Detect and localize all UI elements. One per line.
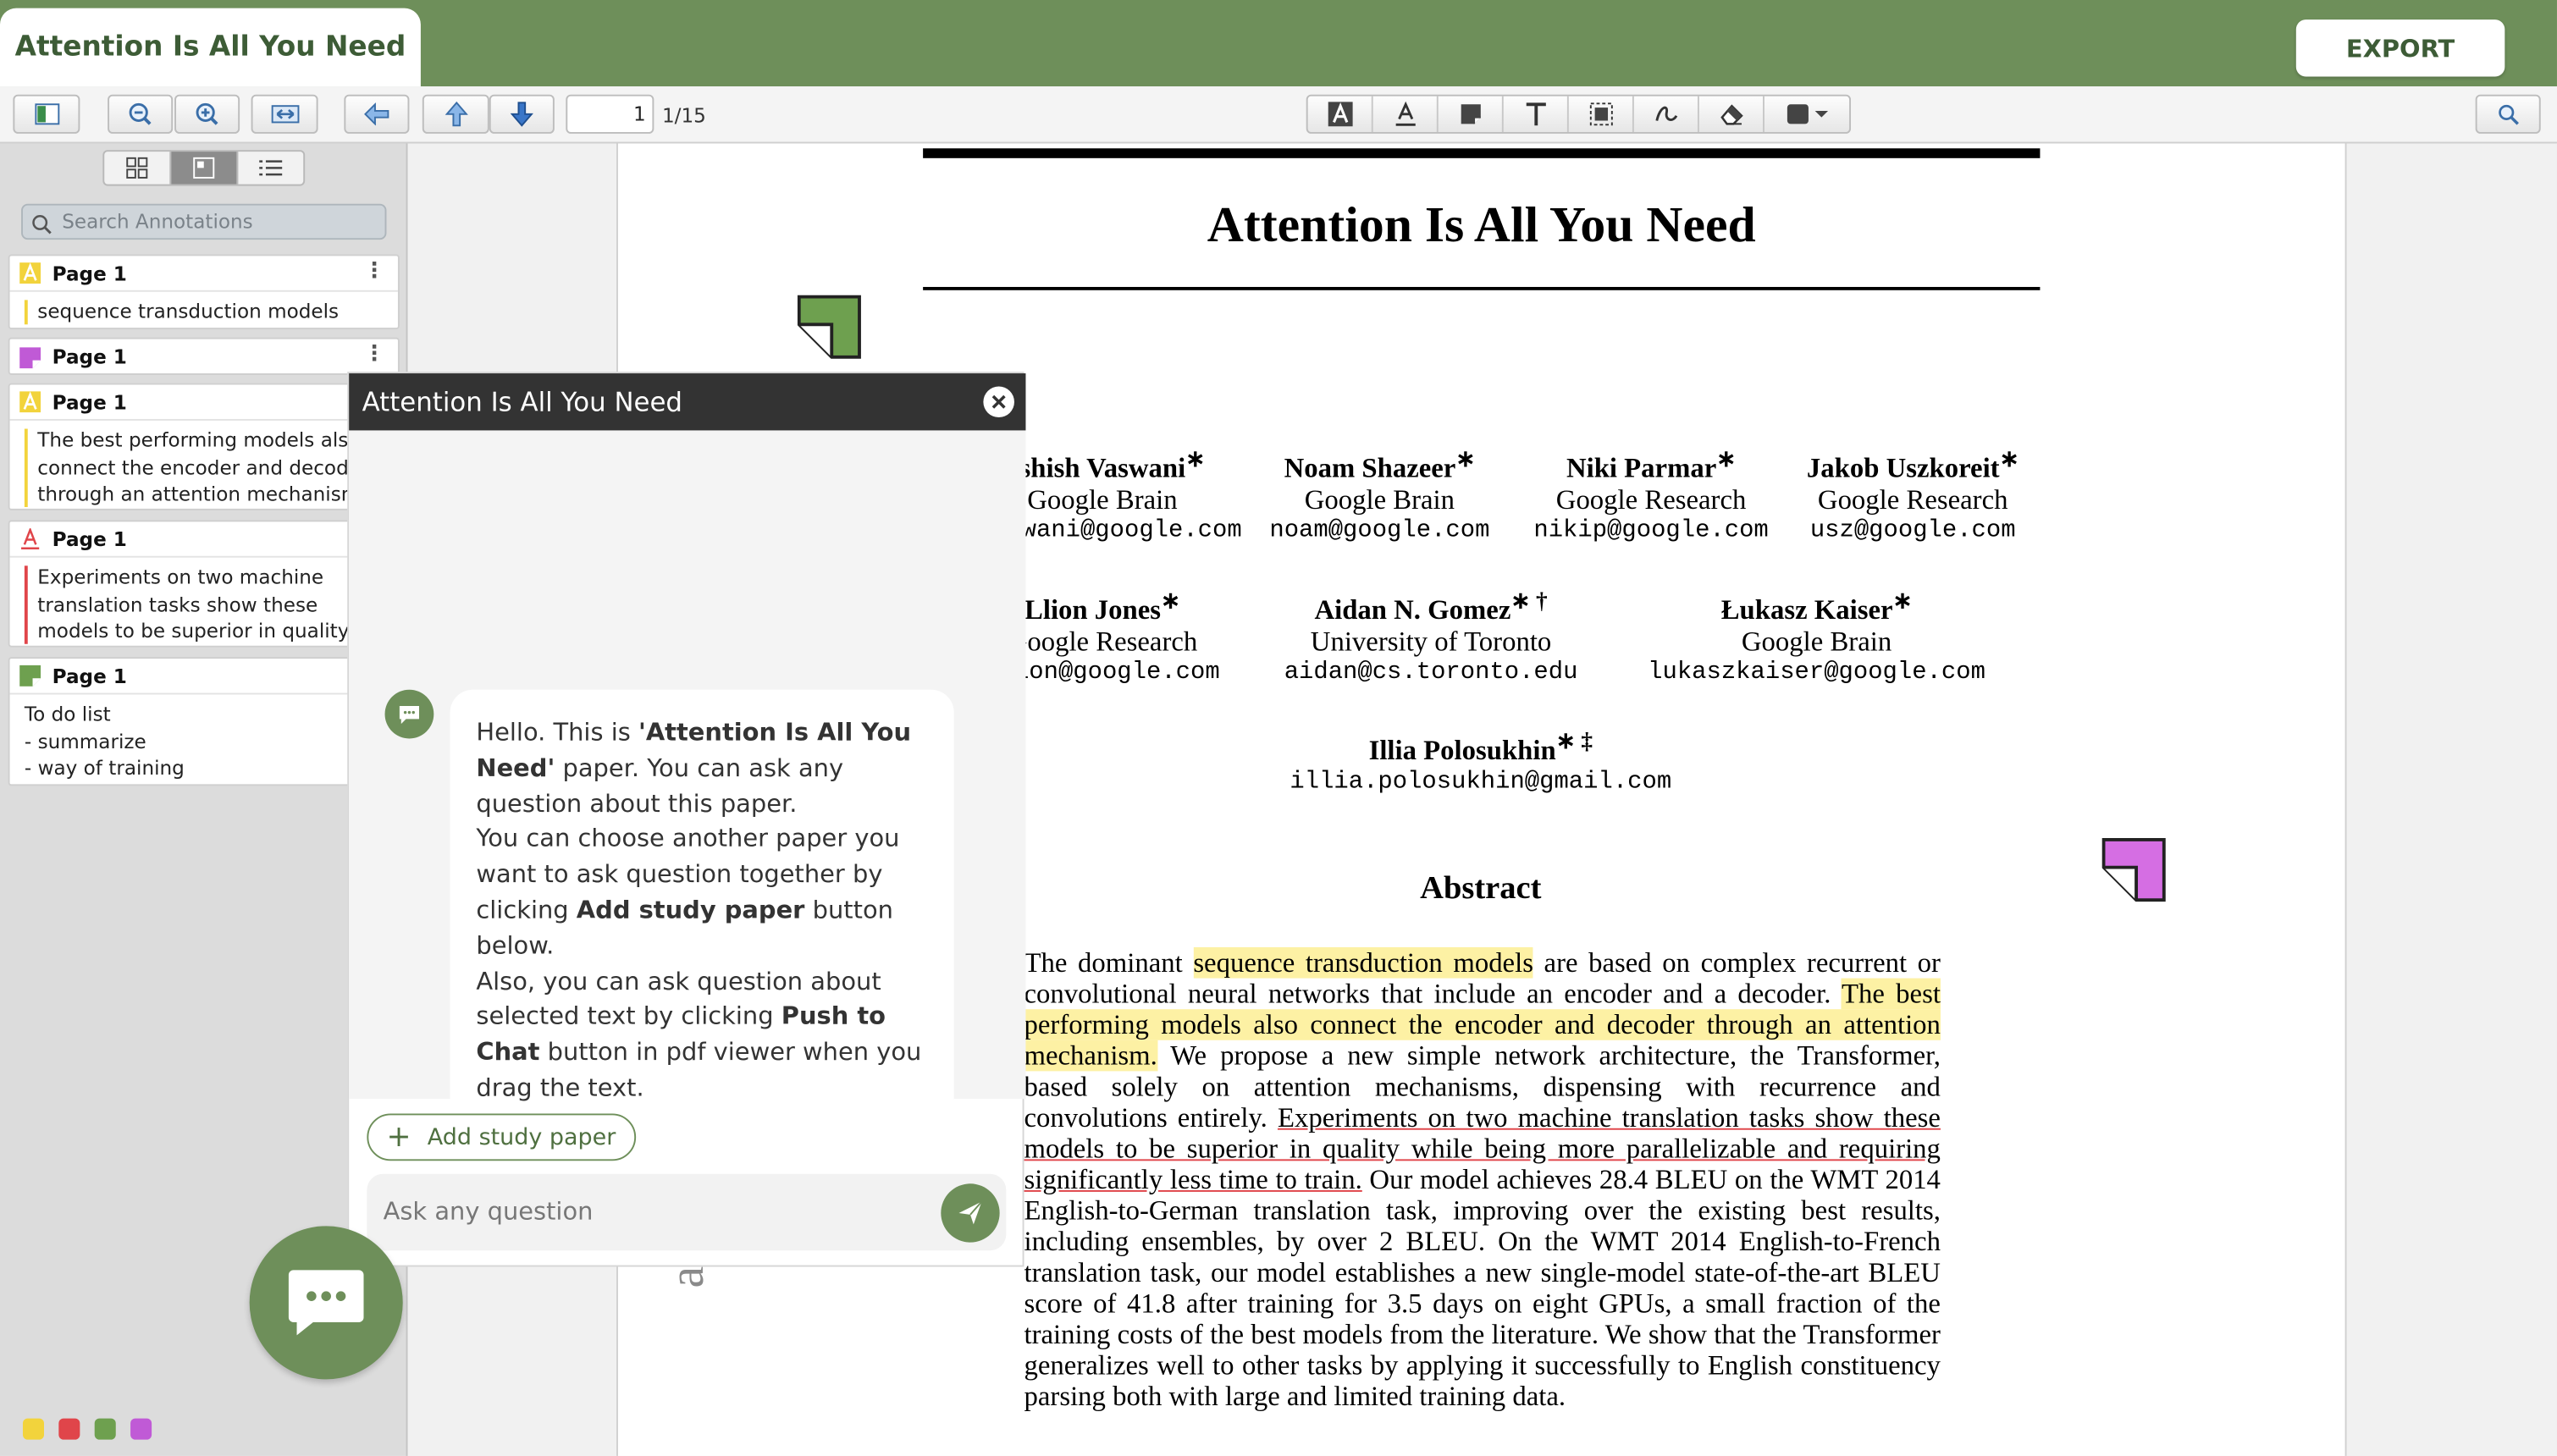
- more-options-icon[interactable]: ⋮: [363, 261, 384, 282]
- annotation-text: To do list - summarize - way of training: [24, 703, 185, 780]
- annotation-tools: [1306, 94, 1853, 134]
- highlight-icon: [19, 391, 41, 413]
- color-swatch-red[interactable]: [58, 1418, 80, 1440]
- annotation-card-header: Page 1 ⋮: [10, 339, 398, 375]
- page-total: 1/15: [661, 104, 706, 128]
- eraser-icon[interactable]: [1699, 96, 1764, 133]
- color-swatches: [22, 1418, 152, 1440]
- title-bottom-rule: [923, 286, 2041, 290]
- plus-icon: +: [386, 1119, 411, 1154]
- sidebar-view-modes: [102, 150, 306, 186]
- page-note-icon-green[interactable]: [797, 295, 863, 367]
- chat-input[interactable]: Ask any question: [384, 1174, 922, 1251]
- author-block: Łukasz Kaiser∗ Google Brain lukaszkaiser…: [1648, 588, 1985, 687]
- page-number-input[interactable]: 1: [566, 94, 654, 134]
- note-icon[interactable]: [1439, 96, 1504, 133]
- paper-title: Attention Is All You Need: [1207, 196, 1756, 253]
- author-block: Noam Shazeer∗ Google Brain noam@google.c…: [1269, 446, 1490, 544]
- chat-bot-avatar: [384, 689, 434, 739]
- author-block: Jakob Uszkoreit∗ Google Research usz@goo…: [1806, 446, 2019, 544]
- free-text-icon[interactable]: [1504, 96, 1569, 133]
- annotation-text: Experiments on two machine translation t…: [10, 558, 398, 652]
- document-tab[interactable]: Attention Is All You Need: [0, 8, 421, 87]
- ink-icon[interactable]: [1634, 96, 1699, 133]
- search-icon[interactable]: [2475, 94, 2541, 134]
- annotation-card-header: Page 1 ⋮: [9, 256, 398, 292]
- zoom-in-icon[interactable]: [174, 94, 240, 134]
- annotation-list-icon[interactable]: [238, 152, 303, 185]
- chat-panel: Attention Is All You Need Hello. This is…: [347, 372, 1026, 1267]
- color-swatch-purple[interactable]: [130, 1418, 152, 1440]
- back-icon[interactable]: [344, 94, 410, 134]
- fit-width-icon[interactable]: [251, 94, 318, 134]
- underline-icon: [19, 528, 41, 549]
- thumbnails-icon[interactable]: [104, 152, 172, 185]
- title-top-rule: [923, 148, 2041, 158]
- chat-message-bubble: Hello. This is 'Attention Is All You Nee…: [450, 689, 954, 1133]
- document-outline-icon[interactable]: [171, 152, 239, 185]
- highlight-text-icon[interactable]: [1308, 96, 1373, 133]
- underline-text-icon[interactable]: [1373, 96, 1439, 133]
- page-note-icon-purple[interactable]: [2101, 837, 2168, 910]
- send-button[interactable]: [941, 1183, 1000, 1243]
- annotation-card[interactable]: Page 1 ⋮ sequence transduction models: [8, 254, 400, 332]
- author-block: Illia Polosukhin∗ ‡ illia.polosukhin@gma…: [1290, 728, 1672, 796]
- export-button[interactable]: EXPORT: [2295, 19, 2505, 77]
- chat-input-container: Ask any question: [367, 1173, 1007, 1251]
- annotation-text: sequence transduction models: [10, 292, 398, 332]
- annotation-card[interactable]: Page 1 The best performing models also c…: [8, 383, 400, 510]
- author-block: Aidan N. Gomez∗ † University of Toronto …: [1284, 588, 1578, 687]
- prev-page-icon[interactable]: [422, 94, 489, 134]
- color-swatch-yellow[interactable]: [22, 1418, 45, 1440]
- area-select-icon[interactable]: [1569, 96, 1634, 133]
- annotation-card[interactable]: Page 1 Experiments on two machine transl…: [8, 520, 400, 648]
- note-icon: [19, 346, 41, 368]
- note-icon: [19, 665, 41, 687]
- next-page-icon[interactable]: [489, 94, 555, 134]
- toggle-sidebar-icon[interactable]: [13, 94, 80, 134]
- annotation-text: The best performing models also connect …: [10, 421, 398, 515]
- close-icon[interactable]: [983, 386, 1014, 418]
- chat-toggle-button[interactable]: [249, 1226, 403, 1380]
- annotation-card-header: Page 1: [9, 659, 398, 695]
- search-icon: [31, 210, 52, 241]
- highlight-icon: [19, 262, 41, 284]
- author-block: Niki Parmar∗ Google Research nikip@googl…: [1533, 446, 1769, 544]
- zoom-out-icon[interactable]: [108, 94, 174, 134]
- abstract-heading: Abstract: [1420, 870, 1542, 907]
- more-options-icon[interactable]: ⋮: [363, 344, 384, 365]
- annotation-search-input[interactable]: Search Annotations: [21, 203, 387, 240]
- annotation-card[interactable]: Page 1 To do list - summarize - way of t…: [8, 657, 400, 786]
- highlight-annotation[interactable]: sequence transduction models: [1193, 947, 1533, 979]
- annotation-card[interactable]: Page 1 ⋮: [8, 337, 400, 375]
- chat-messages[interactable]: Hello. This is 'Attention Is All You Nee…: [349, 430, 1026, 1133]
- chat-header: Attention Is All You Need: [349, 373, 1026, 431]
- chat-title: Attention Is All You Need: [362, 386, 682, 418]
- toolbar: 1 1/15: [0, 86, 2557, 144]
- color-swatch-green[interactable]: [94, 1418, 116, 1440]
- abstract-text[interactable]: The dominant sequence transduction model…: [1024, 947, 1941, 1412]
- annotation-card-header: Page 1: [9, 385, 398, 421]
- add-study-paper-button[interactable]: + Add study paper: [367, 1113, 637, 1161]
- shape-dropdown-icon[interactable]: [1764, 97, 1853, 132]
- annotation-card-header: Page 1: [9, 521, 398, 558]
